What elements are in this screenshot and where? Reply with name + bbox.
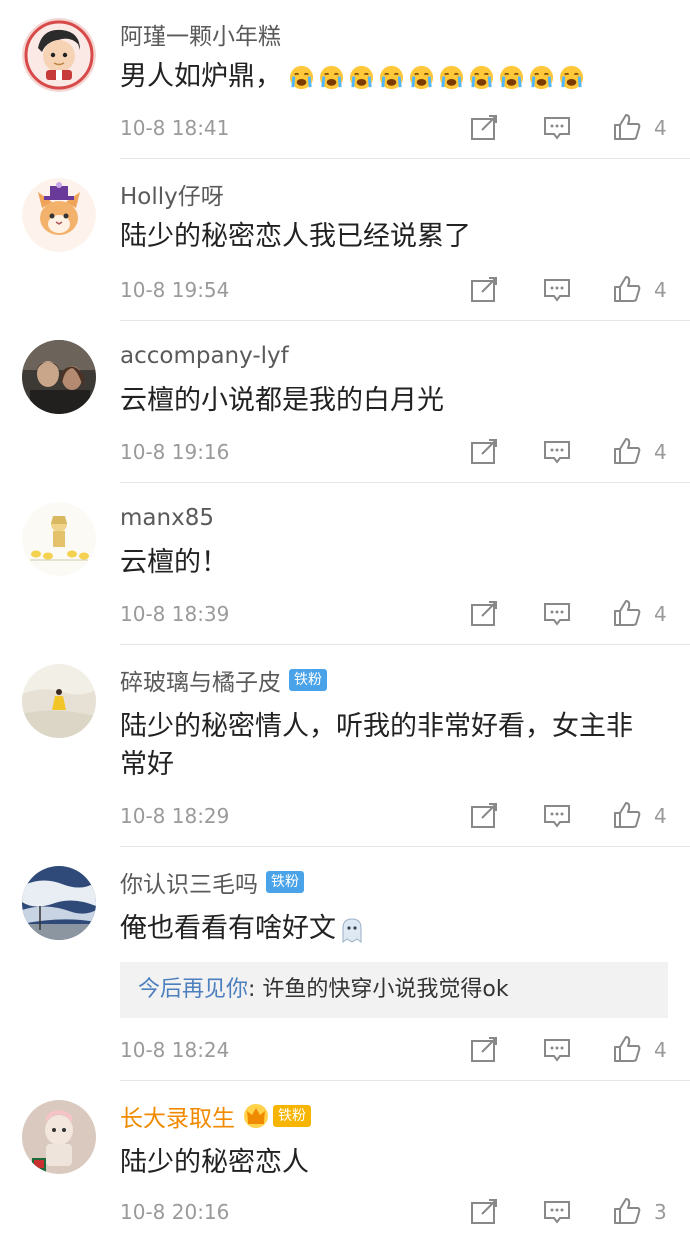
avatar[interactable] (22, 664, 96, 738)
comment-text: 男人如炉鼎， (120, 58, 668, 96)
comment-text: 俺也看看有啥好文 (120, 910, 668, 948)
comment-icon[interactable] (542, 1035, 572, 1065)
username[interactable]: 碎玻璃与橘子皮 铁粉 (120, 664, 327, 696)
crown-icon (244, 1104, 268, 1128)
comment-icon[interactable] (542, 113, 572, 143)
repost-icon[interactable] (469, 801, 499, 831)
comment-icon[interactable] (542, 275, 572, 305)
avatar[interactable] (22, 18, 96, 92)
comment-item: 你认识三毛吗 铁粉 俺也看看有啥好文 今后再见你: 许鱼的快穿小说我觉得ok 10… (0, 848, 690, 1081)
fan-badge: 铁粉 (266, 871, 304, 893)
username-text: 碎玻璃与橘子皮 (120, 670, 281, 696)
comment-item: manx85 云檀的！ 10-8 18:39 4 (0, 484, 690, 645)
comment-text: 云檀的小说都是我的白月光 (120, 385, 444, 416)
username-text: 长大录取生 (120, 1106, 235, 1132)
crying-face-icon (288, 64, 588, 91)
avatar[interactable] (22, 1100, 96, 1174)
divider (120, 644, 690, 645)
divider (120, 158, 690, 159)
like-count: 4 (654, 440, 667, 464)
thumbs-up-icon[interactable] (612, 112, 642, 142)
comment-icon[interactable] (542, 801, 572, 831)
fan-badge: 铁粉 (273, 1105, 311, 1127)
username[interactable]: 阿瑾一颗小年糕 (120, 18, 281, 50)
thumbs-up-icon[interactable] (612, 800, 642, 830)
comment-time: 10-8 19:16 (120, 440, 230, 464)
divider (120, 846, 690, 847)
comment-text: 陆少的秘密恋人我已经说累了 (120, 221, 471, 252)
fan-badge: 铁粉 (289, 669, 327, 691)
comment-text: 陆少的秘密情人，听我的非常好看，女主非常好 (120, 711, 633, 780)
comment-time: 10-8 19:54 (120, 278, 230, 302)
like-count: 4 (654, 1038, 667, 1062)
repost-icon[interactable] (469, 113, 499, 143)
username-text: 你认识三毛吗 (120, 872, 258, 898)
reply-text: : 许鱼的快穿小说我觉得ok (248, 977, 509, 1002)
repost-icon[interactable] (469, 599, 499, 629)
thumbs-up-icon[interactable] (612, 598, 642, 628)
avatar[interactable] (22, 178, 96, 252)
username[interactable]: accompany-lyf (120, 340, 289, 372)
ghost-icon (342, 917, 362, 943)
comment-time: 10-8 18:24 (120, 1038, 230, 1062)
repost-icon[interactable] (469, 437, 499, 467)
divider (120, 482, 690, 483)
like-count: 4 (654, 278, 667, 302)
reply-preview[interactable]: 今后再见你: 许鱼的快穿小说我觉得ok (120, 962, 668, 1018)
username[interactable]: 你认识三毛吗 铁粉 (120, 866, 304, 898)
username[interactable]: Holly仔呀 (120, 178, 224, 210)
avatar[interactable] (22, 502, 96, 576)
repost-icon[interactable] (469, 275, 499, 305)
username[interactable]: 长大录取生 铁粉 (120, 1100, 311, 1132)
repost-icon[interactable] (469, 1035, 499, 1065)
comment-text: 陆少的秘密恋人 (120, 1147, 309, 1178)
avatar[interactable] (22, 866, 96, 940)
reply-username[interactable]: 今后再见你 (138, 977, 248, 1002)
comment-icon[interactable] (542, 1197, 572, 1227)
comment-icon[interactable] (542, 599, 572, 629)
like-count: 4 (654, 116, 667, 140)
comment-icon[interactable] (542, 437, 572, 467)
comment-item: 阿瑾一颗小年糕 男人如炉鼎， 10-8 18:41 4 (0, 0, 690, 159)
like-count: 4 (654, 602, 667, 626)
comment-time: 10-8 18:29 (120, 804, 230, 828)
comment-item: Holly仔呀 陆少的秘密恋人我已经说累了 10-8 19:54 4 (0, 160, 690, 321)
comment-text: 云檀的！ (120, 547, 228, 578)
thumbs-up-icon[interactable] (612, 1196, 642, 1226)
comment-item: accompany-lyf 云檀的小说都是我的白月光 10-8 19:16 4 (0, 322, 690, 483)
repost-icon[interactable] (469, 1197, 499, 1227)
comment-time: 10-8 18:41 (120, 116, 230, 140)
comment-text-content: 男人如炉鼎， (120, 61, 282, 92)
comment-item: 长大录取生 铁粉 陆少的秘密恋人 10-8 20:16 3 (0, 1082, 690, 1246)
divider (120, 320, 690, 321)
comment-time: 10-8 20:16 (120, 1200, 230, 1224)
comment-time: 10-8 18:39 (120, 602, 230, 626)
avatar[interactable] (22, 340, 96, 414)
username[interactable]: manx85 (120, 502, 214, 534)
thumbs-up-icon[interactable] (612, 274, 642, 304)
like-count: 4 (654, 804, 667, 828)
like-count: 3 (654, 1200, 667, 1224)
comment-text-content: 俺也看看有啥好文 (120, 913, 336, 944)
thumbs-up-icon[interactable] (612, 1034, 642, 1064)
divider (120, 1080, 690, 1081)
comment-item: 碎玻璃与橘子皮 铁粉 陆少的秘密情人，听我的非常好看，女主非常好 10-8 18:… (0, 646, 690, 847)
thumbs-up-icon[interactable] (612, 436, 642, 466)
